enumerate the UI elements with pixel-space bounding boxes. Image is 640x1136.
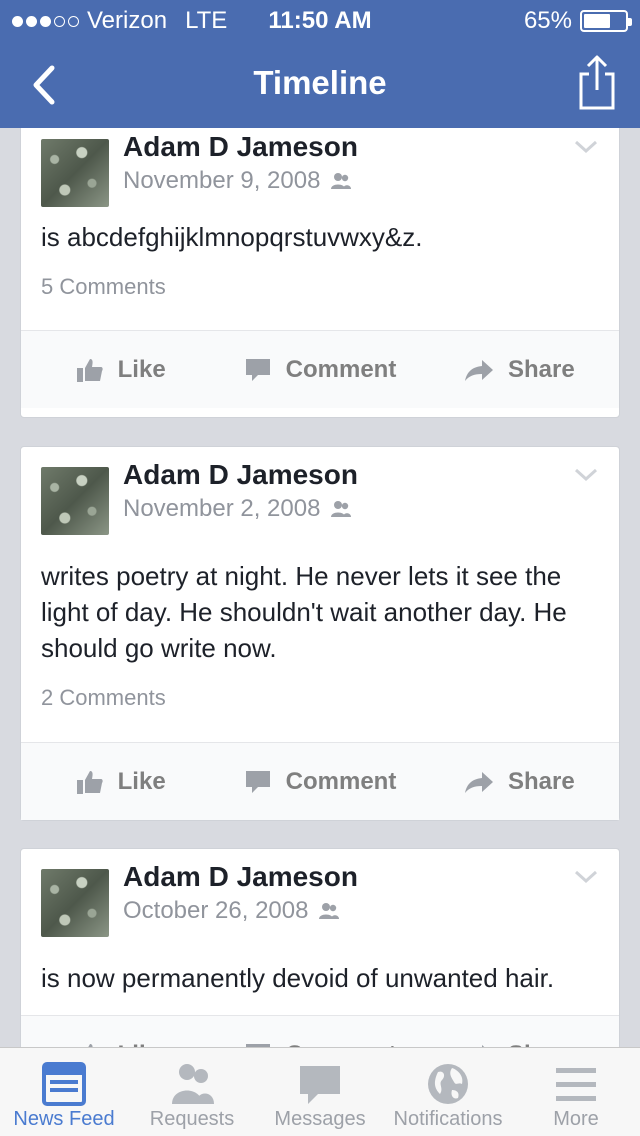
post-text: is abcdefghijklmnopqrstuvwxy&z. — [41, 222, 423, 252]
like-label: Like — [117, 355, 166, 383]
post-author[interactable]: Adam D Jameson — [123, 861, 358, 893]
tab-label: Notifications — [393, 1108, 503, 1130]
chevron-down-icon[interactable] — [573, 467, 599, 483]
timeline-feed[interactable]: Adam D Jameson November 9, 2008 is abcde… — [0, 128, 640, 1047]
friends-audience-icon — [319, 903, 340, 919]
like-button[interactable]: Like — [21, 768, 220, 796]
menu-icon — [556, 1068, 596, 1101]
post-author[interactable]: Adam D Jameson — [123, 131, 358, 163]
like-button[interactable]: Like — [21, 356, 220, 384]
tab-requests[interactable]: Requests — [128, 1048, 256, 1136]
tab-label: News Feed — [13, 1108, 115, 1130]
share-button[interactable]: Share — [420, 356, 619, 384]
post-author[interactable]: Adam D Jameson — [123, 459, 358, 491]
tab-label: More — [553, 1108, 599, 1130]
thumbs-up-icon — [76, 770, 103, 794]
share-label: Share — [507, 767, 575, 795]
comment-button[interactable]: Comment — [220, 768, 419, 796]
comment-button[interactable]: Comment — [220, 356, 419, 384]
comment-bubble-icon — [245, 770, 270, 793]
tab-bar: News Feed Requests Messages Notification… — [0, 1047, 640, 1136]
tab-messages[interactable]: Messages — [256, 1048, 384, 1136]
globe-icon — [428, 1064, 468, 1104]
tab-label: Messages — [274, 1108, 366, 1130]
friends-audience-icon — [331, 173, 352, 189]
share-arrow-icon — [464, 359, 493, 381]
avatar[interactable] — [41, 467, 109, 535]
messages-icon — [300, 1066, 340, 1104]
share-label: Share — [507, 355, 575, 383]
tab-notifications[interactable]: Notifications — [384, 1048, 512, 1136]
like-label: Like — [117, 767, 166, 795]
share-page-button[interactable] — [572, 52, 622, 112]
post-date-text: November 9, 2008 — [123, 167, 321, 194]
post-card: Adam D Jameson November 2, 2008 writes p… — [20, 446, 620, 821]
page-title: Timeline — [253, 64, 387, 101]
share-button[interactable]: Share — [420, 768, 619, 796]
status-bar: Verizon LTE 11:50 AM 65% — [0, 0, 640, 40]
battery-percent: 65% — [523, 7, 572, 34]
comment-bubble-icon — [245, 358, 270, 381]
share-icon — [579, 55, 615, 110]
tab-news-feed[interactable]: News Feed — [0, 1048, 128, 1136]
battery-icon — [580, 10, 632, 32]
comment-label: Comment — [285, 355, 397, 383]
post-card: Adam D Jameson November 9, 2008 is abcde… — [20, 128, 620, 418]
comments-count[interactable]: 5 Comments — [41, 274, 166, 300]
post-text: writes poetry at night. He never lets it… — [41, 561, 567, 663]
requests-icon — [172, 1064, 214, 1104]
post-actions: Like Comment Share — [21, 1015, 619, 1047]
comment-label: Comment — [285, 767, 397, 795]
tab-more[interactable]: More — [512, 1048, 640, 1136]
header: Verizon LTE 11:50 AM 65% Timeline — [0, 0, 640, 128]
avatar[interactable] — [41, 869, 109, 937]
comments-count[interactable]: 2 Comments — [41, 685, 166, 711]
nav-bar: Timeline — [0, 40, 640, 128]
post-date: November 2, 2008 — [123, 495, 352, 523]
post-actions: Like Comment Share — [21, 330, 619, 408]
chevron-down-icon[interactable] — [573, 139, 599, 155]
share-arrow-icon — [464, 771, 493, 793]
news-feed-icon — [42, 1062, 86, 1106]
post-text: is now permanently devoid of unwanted ha… — [41, 963, 555, 993]
tab-label: Requests — [149, 1108, 235, 1130]
friends-audience-icon — [331, 501, 352, 517]
avatar[interactable] — [41, 139, 109, 207]
post-date: October 26, 2008 — [123, 897, 340, 925]
post-date-text: October 26, 2008 — [123, 897, 309, 924]
chevron-down-icon[interactable] — [573, 869, 599, 885]
post-card: Adam D Jameson October 26, 2008 is now p… — [20, 848, 620, 1047]
post-date-text: November 2, 2008 — [123, 495, 321, 522]
thumbs-up-icon — [76, 358, 103, 382]
post-date: November 9, 2008 — [123, 167, 352, 195]
post-actions: Like Comment Share — [21, 742, 619, 820]
